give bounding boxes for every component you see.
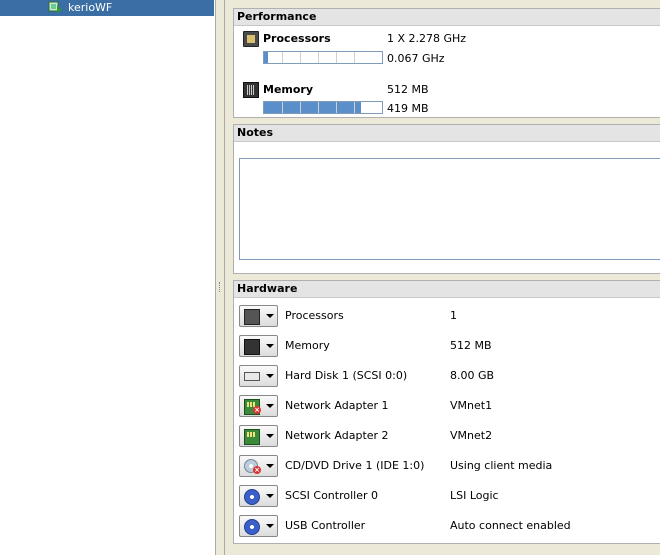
splitter[interactable] — [216, 0, 230, 555]
disconnected-badge-icon: × — [253, 466, 261, 474]
hardware-device-value: 1 — [450, 309, 457, 322]
hardware-device-name: Network Adapter 2 — [285, 429, 389, 442]
processors-usage: 0.067 GHz — [387, 52, 445, 65]
hardware-device-name: Processors — [285, 309, 344, 322]
splitter-grip[interactable] — [219, 282, 222, 292]
dropdown-arrow-icon — [266, 404, 274, 408]
hardware-device-menu-button[interactable] — [239, 485, 278, 507]
dropdown-arrow-icon — [266, 344, 274, 348]
hardware-row: USB Controller Auto connect enabled — [239, 515, 659, 537]
hardware-device-value: Using client media — [450, 459, 553, 472]
processors-label: Processors — [263, 32, 331, 45]
hardware-device-name: Hard Disk 1 (SCSI 0:0) — [285, 369, 408, 382]
performance-panel: Performance Processors 1 X 2.278 GHz 0.0… — [233, 8, 660, 118]
notes-panel: Notes — [233, 124, 660, 274]
dropdown-arrow-icon — [266, 524, 274, 528]
hardware-panel: Hardware Processors 1 Memory 512 MB Hard Dis… — [233, 280, 660, 544]
hardware-row: Processors 1 — [239, 305, 659, 327]
disconnected-badge-icon: × — [253, 406, 261, 414]
hardware-device-name: SCSI Controller 0 — [285, 489, 378, 502]
dropdown-arrow-icon — [266, 464, 274, 468]
hardware-row: Hard Disk 1 (SCSI 0:0) 8.00 GB — [239, 365, 659, 387]
hardware-row: × CD/DVD Drive 1 (IDE 1:0) Using client me… — [239, 455, 659, 477]
tree-item-vm[interactable]: kerioWF — [0, 0, 214, 16]
hardware-device-menu-button[interactable] — [239, 425, 278, 447]
tree-item-label: kerioWF — [68, 1, 113, 14]
dropdown-arrow-icon — [266, 434, 274, 438]
notes-title: Notes — [234, 125, 660, 142]
processors-usage-bar — [263, 51, 383, 64]
processor-icon — [244, 309, 260, 325]
hardware-device-menu-button[interactable]: × — [239, 455, 278, 477]
hardware-device-value: 8.00 GB — [450, 369, 495, 382]
hardware-title: Hardware — [234, 281, 660, 298]
hard-disk-icon — [244, 372, 260, 381]
memory-label: Memory — [263, 83, 314, 96]
dropdown-arrow-icon — [266, 314, 274, 318]
usb-controller-icon — [244, 519, 260, 535]
memory-icon — [243, 82, 259, 98]
hardware-device-menu-button[interactable] — [239, 305, 278, 327]
hardware-device-menu-button[interactable] — [239, 335, 278, 357]
network-adapter-icon — [244, 429, 260, 445]
hardware-device-name: Network Adapter 1 — [285, 399, 389, 412]
processors-spec: 1 X 2.278 GHz — [387, 32, 467, 45]
hardware-device-value: VMnet1 — [450, 399, 493, 412]
memory-usage: 419 MB — [387, 102, 429, 115]
scsi-controller-icon — [244, 489, 260, 505]
vm-icon — [48, 1, 62, 13]
hardware-device-value: 512 MB — [450, 339, 492, 352]
hardware-device-menu-button[interactable]: × — [239, 395, 278, 417]
dropdown-arrow-icon — [266, 494, 274, 498]
notes-textarea[interactable] — [239, 158, 660, 260]
hardware-device-value: VMnet2 — [450, 429, 493, 442]
dropdown-arrow-icon — [266, 374, 274, 378]
inventory-tree[interactable]: kerioWF — [0, 0, 216, 555]
hardware-device-menu-button[interactable] — [239, 515, 278, 537]
summary-pane: Performance Processors 1 X 2.278 GHz 0.0… — [230, 0, 660, 555]
processor-icon — [243, 31, 259, 47]
hardware-device-value: LSI Logic — [450, 489, 499, 502]
memory-spec: 512 MB — [387, 83, 429, 96]
memory-icon — [244, 339, 260, 355]
hardware-device-menu-button[interactable] — [239, 365, 278, 387]
divider — [224, 0, 225, 555]
hardware-row: SCSI Controller 0 LSI Logic — [239, 485, 659, 507]
hardware-row: Network Adapter 2 VMnet2 — [239, 425, 659, 447]
hardware-device-name: Memory — [285, 339, 330, 352]
hardware-row: × Network Adapter 1 VMnet1 — [239, 395, 659, 417]
performance-title: Performance — [234, 9, 660, 26]
hardware-device-value: Auto connect enabled — [450, 519, 571, 532]
memory-usage-bar — [263, 101, 383, 114]
hardware-device-name: CD/DVD Drive 1 (IDE 1:0) — [285, 459, 425, 472]
hardware-device-name: USB Controller — [285, 519, 366, 532]
hardware-row: Memory 512 MB — [239, 335, 659, 357]
